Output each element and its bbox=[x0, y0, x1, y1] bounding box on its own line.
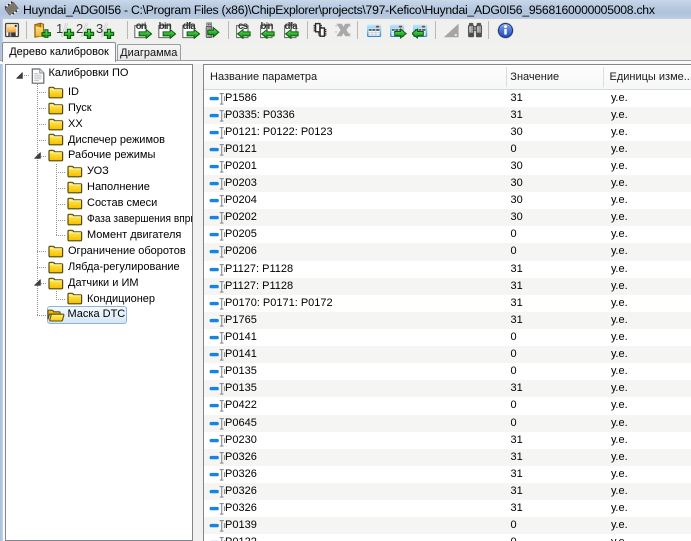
svg-text:ori: ori bbox=[135, 22, 146, 32]
